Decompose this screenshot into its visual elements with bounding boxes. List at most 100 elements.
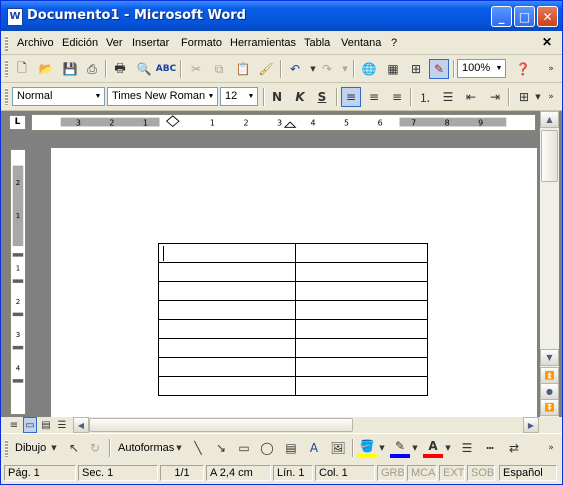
align-center-icon[interactable]: ≡ bbox=[364, 87, 384, 107]
menu-tabla[interactable]: Tabla bbox=[304, 37, 330, 49]
chevron-down-icon[interactable]: ▼ bbox=[443, 438, 453, 458]
table-cell[interactable] bbox=[295, 357, 428, 377]
menu-insertar[interactable]: Insertar bbox=[132, 37, 169, 49]
paste-icon[interactable]: 📋 bbox=[233, 59, 253, 79]
hyperlink-icon[interactable]: 🌐 bbox=[359, 59, 379, 79]
toolbar-options-icon[interactable]: » bbox=[544, 59, 558, 79]
format-painter-icon[interactable]: 🖌 bbox=[256, 59, 276, 79]
table-cell[interactable] bbox=[295, 262, 428, 282]
chevron-down-icon[interactable]: ▼ bbox=[245, 88, 257, 105]
first-line-indent-marker[interactable] bbox=[165, 115, 180, 128]
chevron-down-icon[interactable]: ▼ bbox=[49, 438, 59, 458]
cut-icon[interactable]: ✂ bbox=[186, 59, 206, 79]
print-preview-icon[interactable]: 🔍 bbox=[134, 59, 154, 79]
redo-icon[interactable]: ↷ bbox=[317, 59, 337, 79]
table-cell[interactable] bbox=[158, 281, 296, 301]
table-cell[interactable] bbox=[295, 376, 428, 396]
menu-ventana[interactable]: Ventana bbox=[341, 37, 381, 49]
toolbar-options-icon[interactable]: » bbox=[544, 87, 558, 107]
font-color-icon[interactable]: A bbox=[423, 438, 443, 458]
italic-button[interactable]: K bbox=[290, 87, 310, 107]
maximize-button[interactable]: □ bbox=[514, 6, 535, 27]
arrow-icon[interactable]: ↘ bbox=[211, 438, 231, 458]
tables-borders-icon[interactable]: ▦ bbox=[383, 59, 403, 79]
menu-edicion[interactable]: Edición bbox=[62, 37, 98, 49]
word-doc-icon[interactable]: W bbox=[7, 8, 23, 26]
toolbar-grip[interactable] bbox=[5, 440, 8, 457]
table-cell[interactable] bbox=[295, 281, 428, 301]
status-ext[interactable]: EXT bbox=[439, 465, 465, 481]
open-folder-icon[interactable]: 📂 bbox=[36, 59, 56, 79]
toolbar-options-icon[interactable]: » bbox=[544, 438, 558, 458]
toolbar-grip[interactable] bbox=[5, 88, 8, 105]
decrease-indent-icon[interactable]: ⇤ bbox=[461, 87, 481, 107]
autoshapes-menu[interactable]: Autoformas bbox=[118, 442, 174, 454]
normal-view-icon[interactable]: ≡ bbox=[7, 417, 21, 433]
save-icon[interactable]: 💾 bbox=[60, 59, 80, 79]
bullets-icon[interactable]: ☰ bbox=[438, 87, 458, 107]
minimize-button[interactable]: _ bbox=[491, 6, 512, 27]
status-language[interactable]: Español bbox=[499, 465, 557, 481]
numbering-icon[interactable]: ⒈ bbox=[415, 87, 435, 107]
status-grb[interactable]: GRB bbox=[377, 465, 405, 481]
print-icon[interactable]: 🖶 bbox=[110, 59, 130, 79]
spelling-icon[interactable]: ABC bbox=[156, 59, 176, 79]
menu-archivo[interactable]: Archivo bbox=[17, 37, 54, 49]
menu-ver[interactable]: Ver bbox=[106, 37, 123, 49]
table-cell[interactable] bbox=[158, 376, 296, 396]
table-cell[interactable] bbox=[158, 338, 296, 358]
arrow-style-icon[interactable]: ⇄ bbox=[504, 438, 524, 458]
bold-button[interactable]: N bbox=[267, 87, 287, 107]
new-document-icon[interactable]: 🗋 bbox=[12, 59, 32, 79]
print-layout-icon[interactable]: ▤ bbox=[39, 417, 53, 433]
table-cell[interactable] bbox=[158, 357, 296, 377]
menu-grip[interactable] bbox=[5, 36, 8, 51]
redo-dropdown-icon[interactable]: ▼ bbox=[335, 59, 355, 79]
scroll-right-icon[interactable]: ▶ bbox=[523, 417, 539, 433]
document-page[interactable] bbox=[51, 148, 537, 418]
scroll-thumb[interactable] bbox=[541, 130, 558, 182]
increase-indent-icon[interactable]: ⇥ bbox=[485, 87, 505, 107]
right-indent-marker[interactable] bbox=[283, 121, 297, 128]
wordart-icon[interactable]: A bbox=[304, 438, 324, 458]
line-color-icon[interactable]: ✎ bbox=[390, 438, 410, 458]
previous-page-icon[interactable]: ⏫ bbox=[540, 367, 559, 384]
status-mca[interactable]: MCA bbox=[407, 465, 437, 481]
title-bar[interactable]: W Documento1 - Microsoft Word _ □ ✕ bbox=[1, 1, 562, 31]
table-cell[interactable] bbox=[295, 319, 428, 339]
chevron-down-icon[interactable]: ▼ bbox=[493, 60, 505, 77]
chevron-down-icon[interactable]: ▼ bbox=[377, 438, 387, 458]
chevron-down-icon[interactable]: ▼ bbox=[92, 88, 104, 105]
table-cell[interactable] bbox=[295, 300, 428, 320]
align-right-icon[interactable]: ≡ bbox=[387, 87, 407, 107]
next-page-icon[interactable]: ⏬ bbox=[540, 399, 559, 416]
table-cell[interactable] bbox=[158, 300, 296, 320]
horizontal-scroll-thumb[interactable] bbox=[89, 418, 353, 432]
menu-herramientas[interactable]: Herramientas bbox=[230, 37, 296, 49]
scroll-up-icon[interactable]: ▲ bbox=[540, 111, 559, 128]
zoom-select[interactable]: 100% ▼ bbox=[457, 59, 506, 78]
table-cell[interactable] bbox=[295, 338, 428, 358]
rectangle-icon[interactable]: ▭ bbox=[234, 438, 254, 458]
line-style-icon[interactable]: ☰ bbox=[457, 438, 477, 458]
borders-icon[interactable]: ⊞ bbox=[514, 87, 534, 107]
insert-table-icon[interactable]: ⊞ bbox=[406, 59, 426, 79]
align-left-icon[interactable]: ≡ bbox=[341, 87, 361, 107]
oval-icon[interactable]: ◯ bbox=[257, 438, 277, 458]
font-size-select[interactable]: 12 ▼ bbox=[220, 87, 258, 106]
vertical-ruler[interactable]: 2 1 1 2 3 4 bbox=[10, 149, 26, 415]
menu-formato[interactable]: Formato bbox=[181, 37, 222, 49]
toolbar-grip[interactable] bbox=[5, 60, 8, 77]
dash-style-icon[interactable]: ┅ bbox=[480, 438, 500, 458]
insert-picture-icon[interactable]: 🖼 bbox=[328, 438, 348, 458]
status-sob[interactable]: SOB bbox=[467, 465, 495, 481]
table-cell[interactable] bbox=[295, 243, 428, 263]
close-document-icon[interactable]: ✕ bbox=[542, 35, 552, 49]
style-select[interactable]: Normal ▼ bbox=[12, 87, 105, 106]
draw-menu[interactable]: Dibujo bbox=[15, 442, 46, 454]
font-select[interactable]: Times New Roman ▼ bbox=[107, 87, 218, 106]
help-icon[interactable]: ❓ bbox=[513, 59, 533, 79]
table-cell[interactable] bbox=[158, 262, 296, 282]
borders-dropdown-icon[interactable]: ▼ bbox=[533, 87, 543, 107]
menu-help[interactable]: ? bbox=[391, 37, 397, 49]
